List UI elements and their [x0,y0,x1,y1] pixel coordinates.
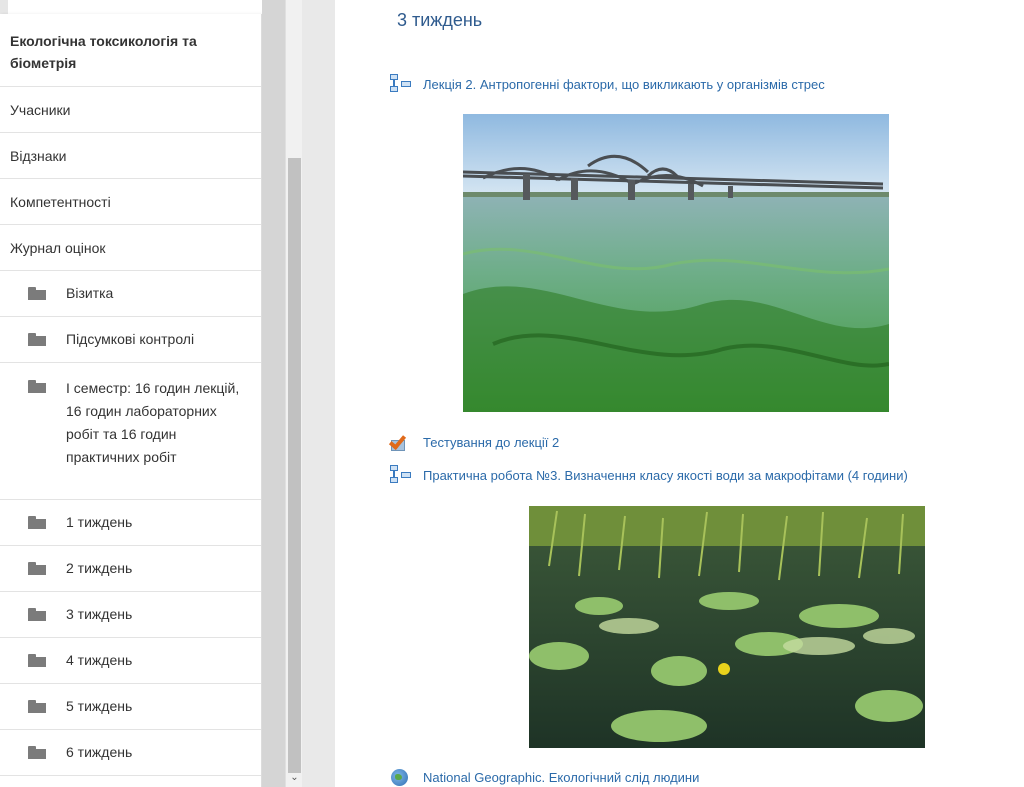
nav-section-final-controls[interactable]: Підсумкові контролі [0,317,261,363]
course-content: 3 тиждень Лекція 2. Антропогенні фактори… [335,0,1024,787]
nav-section-label: 4 тиждень [66,652,133,668]
scrollbar-thumb[interactable] [288,158,301,773]
course-nav-drawer: Екологічна токсикологія та біометрія Уча… [0,14,262,787]
folder-icon [28,746,46,759]
nav-section-label: І семестр: 16 годин лекцій, 16 годин лаб… [66,380,240,465]
nav-item-competencies[interactable]: Компетентності [0,179,261,225]
nav-item-grades[interactable]: Журнал оцінок [0,225,261,271]
folder-icon [28,654,46,667]
folder-icon [28,333,46,346]
nav-item-label: Журнал оцінок [10,239,106,256]
nav-item-label: Компетентності [10,193,111,210]
nav-section-week-1[interactable]: 1 тиждень [0,500,261,546]
nav-section-label: 6 тиждень [66,744,133,760]
nav-section-week-5[interactable]: 5 тиждень [0,684,261,730]
drawer-scrollbar[interactable]: ⌄ [285,0,302,787]
nav-section-label: 2 тиждень [66,560,133,576]
nav-section-label: 3 тиждень [66,606,133,622]
lesson-icon [387,464,415,486]
nav-section-label: 1 тиждень [66,514,133,530]
content-gutter [302,0,335,787]
nav-item-label: Відзнаки [10,147,67,164]
folder-icon [28,700,46,713]
nav-section-week-2[interactable]: 2 тиждень [0,546,261,592]
quiz-icon [387,431,415,453]
drawer-shadow-area [262,0,285,787]
lesson-icon [387,73,415,95]
activity-practical-3[interactable]: Практична робота №3. Визначення класу як… [387,464,908,486]
nav-section-week-6[interactable]: 6 тиждень [0,730,261,776]
nav-item-label: Учасники [10,101,71,118]
course-title: Екологічна токсикологія та біометрія [10,33,197,71]
scroll-down-arrow-icon[interactable]: ⌄ [286,771,303,785]
activity-link[interactable]: Практична робота №3. Визначення класу як… [423,468,908,483]
folder-icon [28,562,46,575]
activity-link[interactable]: National Geographic. Екологічний слід лю… [423,770,699,785]
folder-icon [28,608,46,621]
nav-section-label: Підсумкові контролі [66,331,195,347]
nav-item-badges[interactable]: Відзнаки [0,133,261,179]
activity-lecture-2[interactable]: Лекція 2. Антропогенні фактори, що викли… [387,73,825,95]
nav-item-participants[interactable]: Учасники [0,87,261,133]
page: Екологічна токсикологія та біометрія Уча… [0,0,1024,787]
water-lilies-photo [529,506,925,748]
river-bridge-photo [463,114,889,412]
nav-section-label: 5 тиждень [66,698,133,714]
course-title-item[interactable]: Екологічна токсикологія та біометрія [0,14,261,87]
section-title: 3 тиждень [397,10,483,30]
activity-link[interactable]: Тестування до лекції 2 [423,435,559,450]
nav-section-week-3[interactable]: 3 тиждень [0,592,261,638]
nav-section-label: Візитка [66,285,114,301]
nav-section-week-4[interactable]: 4 тиждень [0,638,261,684]
folder-icon [28,516,46,529]
activity-natgeo-link[interactable]: National Geographic. Екологічний слід лю… [387,766,699,787]
globe-icon [387,766,415,787]
activity-quiz-lecture-2[interactable]: Тестування до лекції 2 [387,431,559,453]
nav-section-visitka[interactable]: Візитка [0,271,261,317]
folder-icon [28,380,46,393]
folder-icon [28,287,46,300]
activity-link[interactable]: Лекція 2. Антропогенні фактори, що викли… [423,77,825,92]
nav-section-semester-1[interactable]: І семестр: 16 годин лекцій, 16 годин лаб… [0,363,261,500]
